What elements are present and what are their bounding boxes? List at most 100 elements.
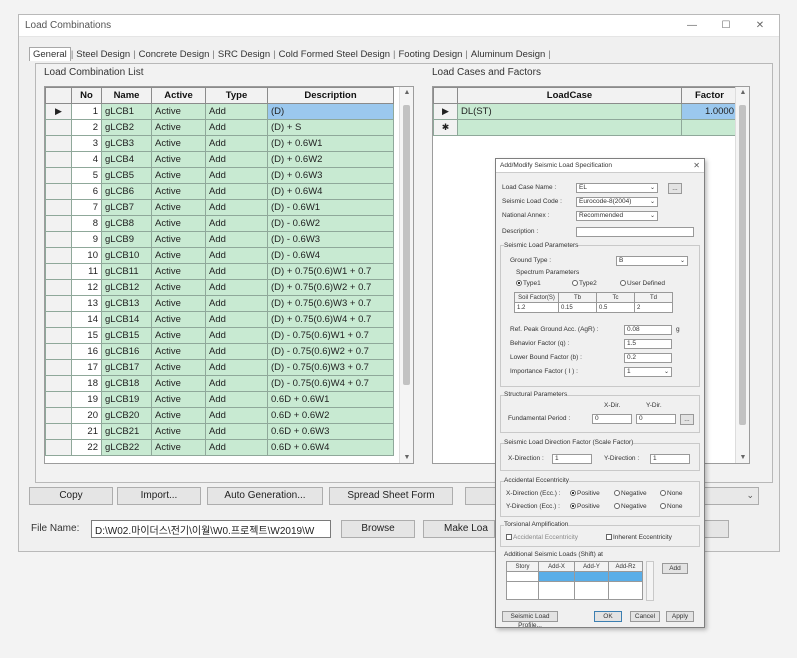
- ref-pga-input[interactable]: 0.08: [624, 325, 672, 335]
- name-cell[interactable]: gLCB12: [101, 279, 152, 296]
- active-cell[interactable]: Active: [151, 119, 206, 136]
- add-cell[interactable]: [538, 571, 575, 582]
- type-cell[interactable]: Add: [205, 311, 268, 328]
- y-ecc-negative-radio[interactable]: Negative: [614, 503, 647, 510]
- row-number[interactable]: 2: [71, 119, 102, 136]
- active-cell[interactable]: Active: [151, 327, 206, 344]
- type-cell[interactable]: Add: [205, 119, 268, 136]
- fund-period-y-input[interactable]: 0: [636, 414, 676, 424]
- type-cell[interactable]: Add: [205, 199, 268, 216]
- tab-aluminum-design[interactable]: Aluminum Design: [468, 48, 548, 61]
- row-number[interactable]: 21: [71, 423, 102, 440]
- national-annex-combo[interactable]: Recommended ⌄: [576, 211, 658, 221]
- row-number[interactable]: 11: [71, 263, 102, 280]
- user-defined-radio[interactable]: User Defined: [620, 280, 665, 287]
- tab-footing-design[interactable]: Footing Design: [396, 48, 466, 61]
- name-cell[interactable]: gLCB6: [101, 183, 152, 200]
- col-header-factor[interactable]: Factor: [681, 87, 738, 104]
- active-cell[interactable]: Active: [151, 231, 206, 248]
- table-row[interactable]: 13 gLCB13 Active Add (D) + 0.75(0.6)W3 + 0.7: [45, 295, 394, 312]
- description-cell[interactable]: 0.6D + 0.6W3: [267, 423, 394, 440]
- table-row[interactable]: 20 gLCB20 Active Add 0.6D + 0.6W2: [45, 407, 394, 424]
- description-cell[interactable]: (D) + 0.6W2: [267, 151, 394, 168]
- fund-period-more-button[interactable]: ...: [680, 414, 694, 425]
- tab-steel-design[interactable]: Steel Design: [73, 48, 133, 61]
- table-row[interactable]: 19 gLCB19 Active Add 0.6D + 0.6W1: [45, 391, 394, 408]
- y-direction-input[interactable]: 1: [650, 454, 690, 464]
- description-cell[interactable]: (D) - 0.6W1: [267, 199, 394, 216]
- active-cell[interactable]: Active: [151, 167, 206, 184]
- table-row[interactable]: 4 gLCB4 Active Add (D) + 0.6W2: [45, 151, 394, 168]
- name-cell[interactable]: gLCB18: [101, 375, 152, 392]
- row-number[interactable]: 6: [71, 183, 102, 200]
- type-cell[interactable]: Add: [205, 375, 268, 392]
- name-cell[interactable]: gLCB19: [101, 391, 152, 408]
- type-cell[interactable]: Add: [205, 215, 268, 232]
- copy-button[interactable]: Copy: [29, 487, 113, 505]
- description-cell[interactable]: (D) - 0.75(0.6)W3 + 0.7: [267, 359, 394, 376]
- tab-concrete-design[interactable]: Concrete Design: [136, 48, 213, 61]
- spec-value[interactable]: 0.15: [558, 302, 597, 313]
- description-input[interactable]: [576, 227, 694, 237]
- name-cell[interactable]: gLCB1: [101, 103, 152, 120]
- minimize-icon[interactable]: —: [683, 18, 701, 34]
- fund-period-x-input[interactable]: 0: [592, 414, 632, 424]
- description-cell[interactable]: (D) - 0.75(0.6)W4 + 0.7: [267, 375, 394, 392]
- auto-generation-button[interactable]: Auto Generation...: [207, 487, 323, 505]
- scroll-thumb[interactable]: [739, 105, 746, 425]
- type-cell[interactable]: Add: [205, 343, 268, 360]
- active-cell[interactable]: Active: [151, 375, 206, 392]
- loadcase-cell[interactable]: DL(ST): [457, 103, 682, 120]
- row-number[interactable]: 3: [71, 135, 102, 152]
- file-name-input[interactable]: D:\W02.마이더스\전기\이월\W0.프로젝트\W2019\W: [91, 520, 331, 538]
- type-cell[interactable]: Add: [205, 167, 268, 184]
- description-cell[interactable]: (D) - 0.6W2: [267, 215, 394, 232]
- name-cell[interactable]: gLCB20: [101, 407, 152, 424]
- active-cell[interactable]: Active: [151, 183, 206, 200]
- active-cell[interactable]: Active: [151, 135, 206, 152]
- description-cell[interactable]: (D) + 0.75(0.6)W3 + 0.7: [267, 295, 394, 312]
- active-cell[interactable]: Active: [151, 439, 206, 456]
- type-cell[interactable]: Add: [205, 135, 268, 152]
- description-cell[interactable]: (D) + 0.75(0.6)W4 + 0.7: [267, 311, 394, 328]
- row-number[interactable]: 16: [71, 343, 102, 360]
- scroll-up-icon[interactable]: ▲: [736, 89, 749, 96]
- active-cell[interactable]: Active: [151, 407, 206, 424]
- type-cell[interactable]: Add: [205, 247, 268, 264]
- row-number[interactable]: 12: [71, 279, 102, 296]
- table-row[interactable]: 22 gLCB22 Active Add 0.6D + 0.6W4: [45, 439, 394, 456]
- type1-radio[interactable]: Type1: [516, 280, 541, 287]
- col-header-description[interactable]: Description: [267, 87, 394, 104]
- name-cell[interactable]: gLCB15: [101, 327, 152, 344]
- type-cell[interactable]: Add: [205, 391, 268, 408]
- col-header-loadcase[interactable]: LoadCase: [457, 87, 682, 104]
- description-cell[interactable]: (D) + 0.75(0.6)W2 + 0.7: [267, 279, 394, 296]
- table-row[interactable]: 6 gLCB6 Active Add (D) + 0.6W4: [45, 183, 394, 200]
- active-cell[interactable]: Active: [151, 391, 206, 408]
- factor-cell[interactable]: [681, 119, 738, 136]
- type-cell[interactable]: Add: [205, 279, 268, 296]
- hidden-button[interactable]: [465, 487, 497, 505]
- name-cell[interactable]: gLCB17: [101, 359, 152, 376]
- row-number[interactable]: 10: [71, 247, 102, 264]
- type-cell[interactable]: Add: [205, 231, 268, 248]
- load-case-name-combo[interactable]: EL ⌄: [576, 183, 658, 193]
- col-header-name[interactable]: Name: [101, 87, 152, 104]
- row-number[interactable]: 15: [71, 327, 102, 344]
- x-ecc-negative-radio[interactable]: Negative: [614, 490, 647, 497]
- active-cell[interactable]: Active: [151, 311, 206, 328]
- browse-button[interactable]: Browse: [341, 520, 415, 538]
- col-header-active[interactable]: Active: [151, 87, 206, 104]
- y-ecc-positive-radio[interactable]: Positive: [570, 503, 600, 510]
- add-cell[interactable]: [608, 571, 643, 582]
- active-cell[interactable]: Active: [151, 247, 206, 264]
- type-cell[interactable]: Add: [205, 439, 268, 456]
- spec-value[interactable]: 0.5: [596, 302, 635, 313]
- row-number[interactable]: 18: [71, 375, 102, 392]
- description-cell[interactable]: 0.6D + 0.6W2: [267, 407, 394, 424]
- scroll-down-icon[interactable]: ▼: [736, 454, 749, 461]
- tab-src-design[interactable]: SRC Design: [215, 48, 273, 61]
- table-row[interactable]: 21 gLCB21 Active Add 0.6D + 0.6W3: [45, 423, 394, 440]
- spread-sheet-form-button[interactable]: Spread Sheet Form: [329, 487, 453, 505]
- table-row[interactable]: 14 gLCB14 Active Add (D) + 0.75(0.6)W4 + 0.7: [45, 311, 394, 328]
